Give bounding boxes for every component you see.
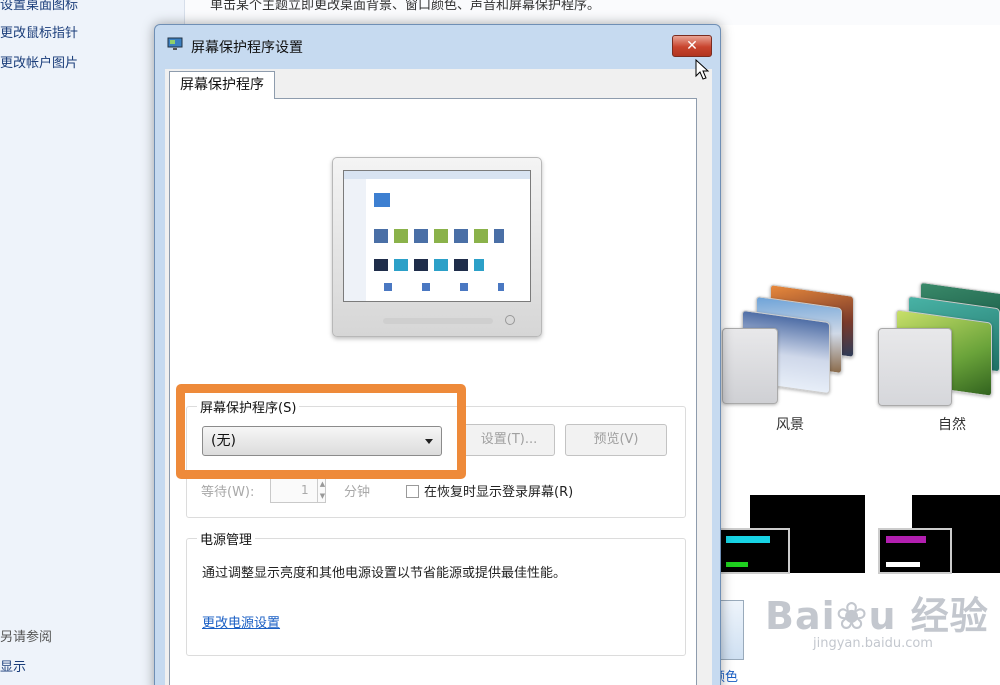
theme-landscape-glass-card xyxy=(722,328,778,404)
change-power-settings-link[interactable]: 更改电源设置 xyxy=(202,612,280,631)
monitor-power-icon xyxy=(505,315,515,325)
preview-thumb-row-1 xyxy=(374,193,390,207)
preview-icon-row xyxy=(384,283,504,291)
high-contrast-bar-green xyxy=(726,562,748,567)
preview-thumb-row-3 xyxy=(374,259,484,271)
high-contrast-bar-white xyxy=(886,562,920,567)
mouse-cursor-icon xyxy=(695,59,710,80)
screensaver-group-label: 屏幕保护程序(S) xyxy=(197,397,300,416)
power-management-description: 通过调整显示亮度和其他电源设置以节省能源或提供最佳性能。 xyxy=(202,566,567,581)
sidebar-link-desktop-icons[interactable]: 设置桌面图标 xyxy=(0,0,78,13)
preview-thumb-row-2 xyxy=(374,229,504,243)
sidebar-link-display[interactable]: 显示 xyxy=(0,656,26,675)
high-contrast-window-2 xyxy=(878,528,952,574)
preview-sidebar xyxy=(344,179,366,301)
tab-screensaver[interactable]: 屏幕保护程序 xyxy=(169,71,275,99)
power-management-group xyxy=(186,538,686,656)
baidu-watermark: Bai❀u 经验 jingyan.baidu.com xyxy=(765,585,995,665)
theme-landscape-label: 风景 xyxy=(776,417,804,433)
resume-logon-label[interactable]: 在恢复时显示登录屏幕(R) xyxy=(424,481,573,500)
theme-nature[interactable]: 自然 xyxy=(876,281,1000,433)
wait-unit: 分钟 xyxy=(344,485,371,500)
high-contrast-bar-purple xyxy=(886,536,926,543)
dialog-title: 屏幕保护程序设置 xyxy=(191,40,303,56)
preview-button[interactable]: 预览(V) xyxy=(565,424,667,456)
watermark-logo: Bai❀u 经验 xyxy=(765,594,989,638)
watermark-paw-icon: ❀ xyxy=(835,594,869,638)
settings-button[interactable]: 设置(T)... xyxy=(463,424,555,456)
wait-minutes-spinner[interactable]: ▲ ▼ xyxy=(317,478,327,502)
screensaver-select-value: (无) xyxy=(211,433,236,449)
sidebar-link-account-picture[interactable]: 更改帐户图片 xyxy=(0,52,78,71)
monitor-preview-screen xyxy=(343,170,531,302)
theme-nature-label: 自然 xyxy=(938,417,966,433)
close-button[interactable]: ✕ xyxy=(672,35,712,57)
high-contrast-window-1 xyxy=(718,528,790,574)
monitor-icon xyxy=(167,37,183,50)
theme-nature-glass-card xyxy=(878,328,952,406)
screensaver-group xyxy=(186,406,686,518)
personalization-description: 单击某个主题立即更改桌面背景、窗口颜色、声音和屏幕保护程序。 xyxy=(210,0,601,13)
wait-label: 等待(W): xyxy=(201,485,255,500)
screensaver-select[interactable]: (无) xyxy=(202,426,442,456)
sidebar-see-also: 另请参阅 xyxy=(0,630,53,645)
wait-minutes-value: 1 xyxy=(301,483,309,497)
chevron-down-icon xyxy=(425,439,433,444)
high-contrast-bar-cyan xyxy=(726,536,770,543)
power-management-label: 电源管理 xyxy=(197,529,256,548)
monitor-stand-bar xyxy=(383,318,493,324)
monitor-preview xyxy=(332,157,542,337)
theme-landscape[interactable]: 风景 xyxy=(722,284,862,433)
preview-window-titlebar xyxy=(344,171,530,179)
resume-logon-checkbox[interactable] xyxy=(406,485,419,498)
sidebar-link-mouse-pointer[interactable]: 更改鼠标指针 xyxy=(0,22,78,41)
dialog-titlebar[interactable]: 屏幕保护程序设置 ✕ xyxy=(155,25,720,65)
